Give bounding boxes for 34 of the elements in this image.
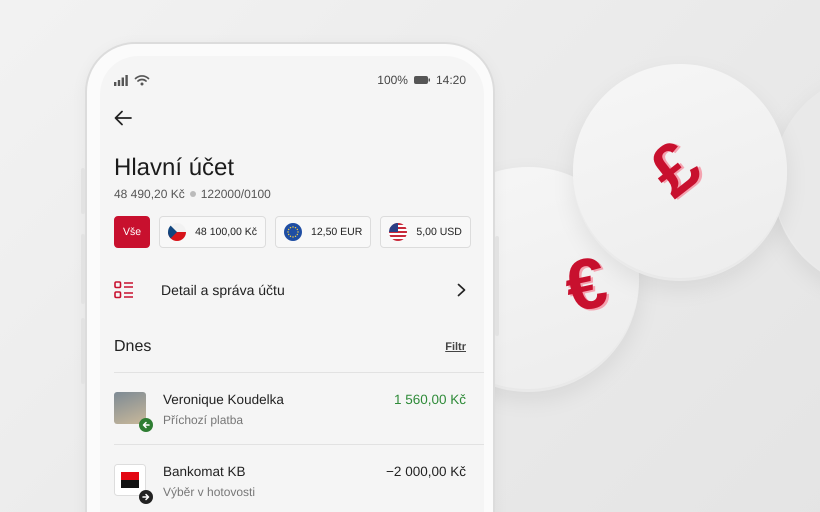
separator-dot	[190, 191, 196, 197]
account-number: 122000/0100	[200, 187, 271, 201]
payee-name: Veronique Koudelka	[163, 392, 285, 408]
flag-icon	[284, 223, 302, 241]
photo-placeholder	[114, 392, 146, 424]
account-title: Hlavní účet	[114, 153, 236, 183]
account-balance: 48 490,20 Kč	[114, 187, 185, 201]
flag-icon	[389, 223, 408, 241]
transaction-type: Výběr v hotovosti	[163, 485, 256, 499]
currency-symbol: £	[637, 128, 713, 210]
payee-name: Bankomat KB	[163, 464, 247, 480]
filter-link[interactable]: Filtr	[445, 341, 466, 353]
list-icon	[114, 281, 134, 299]
currency-symbol: €	[558, 246, 614, 324]
signal-icon	[114, 74, 128, 86]
account-detail-item[interactable]: Detail a správa účtu	[114, 280, 466, 300]
battery-icon	[414, 76, 430, 84]
transaction-amount: −2 000,00 Kč	[386, 464, 466, 480]
flag-icon	[168, 223, 186, 241]
currency-chip[interactable]: 12,50 EUR	[274, 216, 372, 248]
chevron-right-icon	[457, 283, 466, 297]
section-title: Dnes	[114, 338, 152, 356]
status-time: 14:20	[436, 73, 466, 87]
transaction-amount: 1 560,00 Kč	[394, 392, 466, 408]
transaction-type: Příchozí platba	[163, 413, 244, 427]
wifi-icon	[134, 74, 150, 86]
bank-logo-icon	[114, 464, 146, 496]
currency-chip[interactable]: Vše	[114, 216, 150, 248]
battery-percent: 100%	[377, 73, 408, 87]
currency-chip[interactable]: 48 100,00 Kč	[159, 216, 266, 248]
transaction-row[interactable]: Veronique Koudelka Příchozí platba 1 560,00 Kč	[114, 372, 484, 444]
back-arrow-icon	[114, 110, 132, 126]
currency-chip[interactable]: 5,00 USD	[380, 216, 471, 248]
transaction-row[interactable]: Bankomat KB Výběr v hotovosti −2 000,00 Kč	[114, 444, 484, 512]
